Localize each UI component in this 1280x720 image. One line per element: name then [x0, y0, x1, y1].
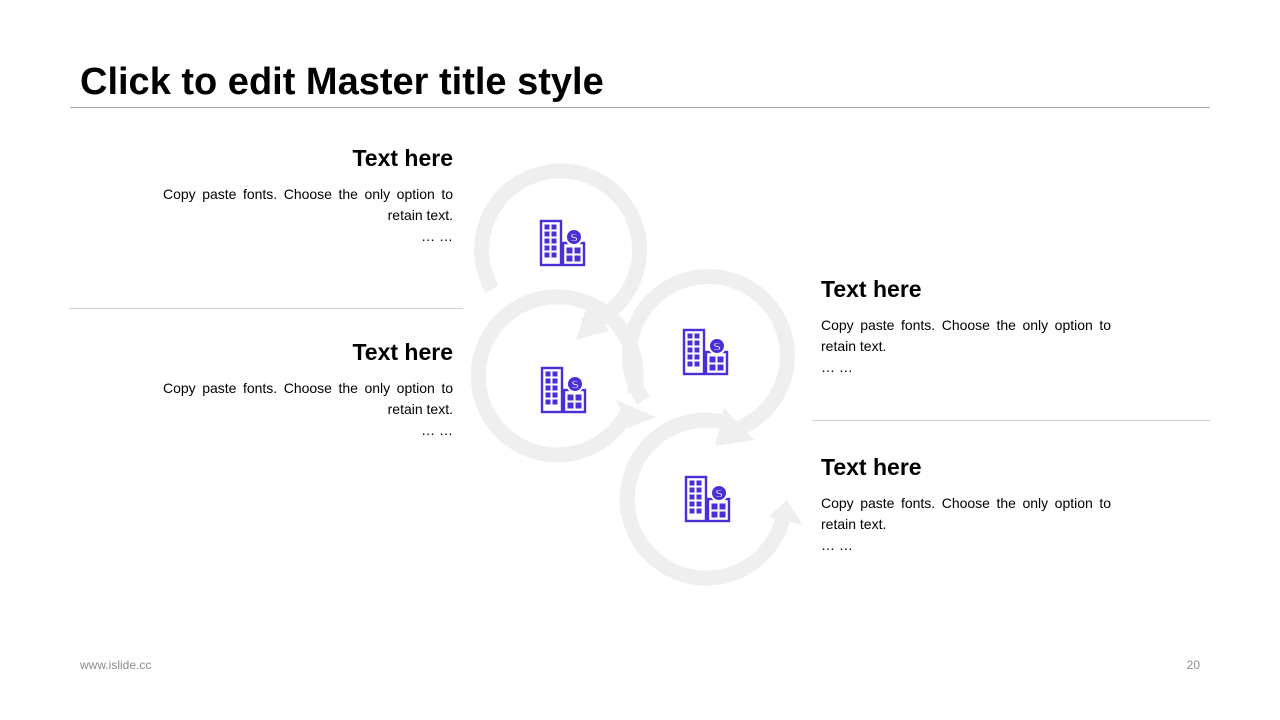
text-block-1: Text here Copy paste fonts. Choose the o… — [163, 143, 453, 246]
ring-group — [470, 163, 803, 586]
text-block-4: Text here Copy paste fonts. Choose the o… — [821, 452, 1111, 555]
text-block-3: Text here Copy paste fonts. Choose the o… — [821, 274, 1111, 377]
building-dollar-icon — [540, 366, 587, 414]
page-number: 20 — [1186, 658, 1200, 672]
block-ellipsis: … … — [421, 228, 453, 244]
block-ellipsis: … … — [821, 537, 853, 553]
text-block-2: Text here Copy paste fonts. Choose the o… — [163, 337, 453, 440]
block-body: Copy paste fonts. Choose the only option… — [163, 186, 453, 223]
building-dollar-icon — [682, 328, 729, 376]
building-dollar-icon — [684, 475, 731, 523]
building-dollar-icon — [539, 219, 586, 267]
block-body: Copy paste fonts. Choose the only option… — [821, 317, 1111, 354]
footer-url: www.islide.cc — [80, 658, 152, 672]
cycle-ring-3 — [622, 269, 795, 440]
block-body: Copy paste fonts. Choose the only option… — [821, 495, 1111, 532]
block-heading: Text here — [821, 276, 922, 302]
block-heading: Text here — [821, 454, 922, 480]
block-ellipsis: … … — [421, 422, 453, 438]
block-body: Copy paste fonts. Choose the only option… — [163, 380, 453, 417]
block-ellipsis: … … — [821, 359, 853, 375]
block-heading: Text here — [352, 145, 453, 171]
block-heading: Text here — [352, 339, 453, 365]
